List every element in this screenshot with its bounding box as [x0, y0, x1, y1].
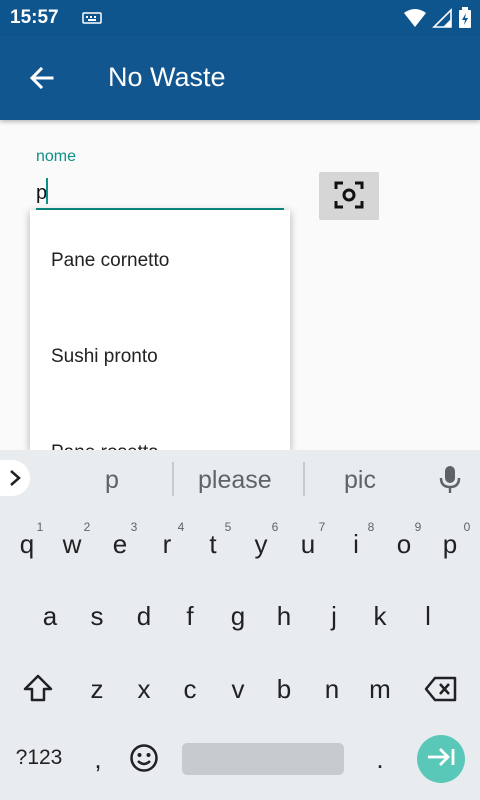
- key-comma[interactable]: ,: [76, 744, 120, 775]
- key-s[interactable]: s: [75, 601, 119, 632]
- backspace-icon[interactable]: [424, 676, 458, 707]
- key-f[interactable]: f: [168, 601, 212, 632]
- next-arrow-icon: [426, 746, 456, 773]
- key-d[interactable]: d: [122, 601, 166, 632]
- shift-icon[interactable]: [22, 673, 54, 708]
- status-time: 15:57: [10, 7, 59, 28]
- key-z[interactable]: z: [75, 674, 119, 705]
- emoji-icon[interactable]: [129, 743, 159, 778]
- key-n[interactable]: n: [310, 674, 354, 705]
- key-hint: 3: [130, 520, 138, 534]
- symbols-key[interactable]: ?123: [8, 746, 70, 770]
- microphone-icon[interactable]: [438, 464, 462, 499]
- key-g[interactable]: g: [216, 601, 260, 632]
- text-cursor: [46, 178, 48, 204]
- suggestion-1[interactable]: p: [105, 466, 119, 495]
- space-bar[interactable]: [182, 743, 344, 775]
- key-hint: 8: [367, 520, 375, 534]
- key-a[interactable]: a: [28, 601, 72, 632]
- key-h[interactable]: h: [262, 601, 306, 632]
- suggestion-2[interactable]: please: [198, 466, 272, 495]
- key-hint: 0: [463, 520, 471, 534]
- scan-barcode-button[interactable]: [319, 172, 379, 220]
- status-bar: 15:57: [0, 0, 480, 36]
- soft-keyboard: p please pic q w e r t y u i o p 1 2 3 4…: [0, 450, 480, 800]
- autocomplete-item[interactable]: Pane rosetta: [51, 442, 159, 450]
- signal-icon: [432, 8, 452, 33]
- key-hint: 2: [83, 520, 91, 534]
- suggestion-3[interactable]: pic: [344, 466, 376, 495]
- key-period[interactable]: .: [358, 744, 402, 775]
- key-b[interactable]: b: [262, 674, 306, 705]
- key-hint: 7: [318, 520, 326, 534]
- wifi-icon: [404, 8, 426, 33]
- name-input[interactable]: [36, 178, 284, 210]
- key-hint: 5: [224, 520, 232, 534]
- key-hint: 6: [271, 520, 279, 534]
- key-hint: 4: [177, 520, 185, 534]
- suggestion-divider: [303, 462, 305, 496]
- chevron-right-icon[interactable]: [0, 460, 30, 496]
- key-c[interactable]: c: [168, 674, 212, 705]
- autocomplete-item[interactable]: Sushi pronto: [51, 346, 158, 368]
- autocomplete-dropdown: Pane cornetto Sushi pronto Pane rosetta: [30, 210, 290, 450]
- key-m[interactable]: m: [358, 674, 402, 705]
- barcode-scan-icon: [334, 180, 364, 213]
- name-field-label: nome: [36, 148, 77, 165]
- app-title: No Waste: [108, 62, 226, 92]
- suggestion-divider: [172, 462, 174, 496]
- key-x[interactable]: x: [122, 674, 166, 705]
- key-j[interactable]: j: [312, 601, 356, 632]
- key-v[interactable]: v: [216, 674, 260, 705]
- key-hint: 1: [36, 520, 44, 534]
- app-bar: No Waste: [0, 36, 480, 120]
- key-l[interactable]: l: [406, 601, 450, 632]
- key-k[interactable]: k: [358, 601, 402, 632]
- keyboard-icon: [82, 11, 102, 30]
- key-hint: 9: [414, 520, 422, 534]
- arrow-back-icon[interactable]: [28, 64, 56, 92]
- autocomplete-item[interactable]: Pane cornetto: [51, 250, 169, 272]
- suggestion-strip: p please pic: [0, 450, 480, 508]
- battery-charging-icon: [458, 7, 472, 34]
- enter-button[interactable]: [417, 735, 465, 783]
